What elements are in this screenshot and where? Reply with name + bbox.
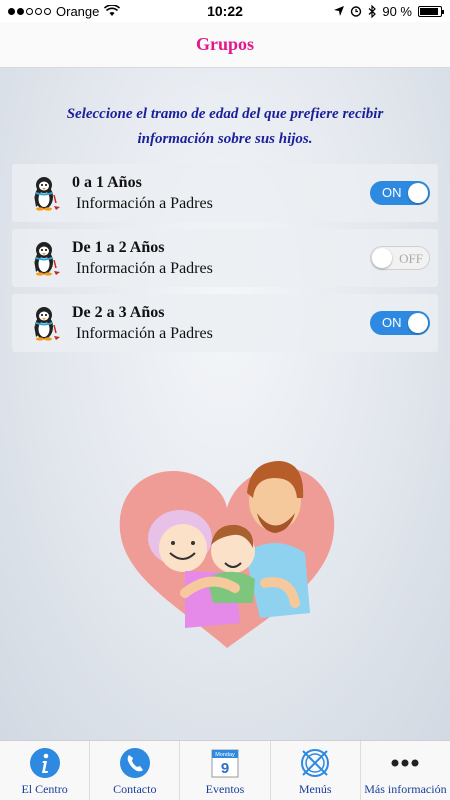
tab-el-centro[interactable]: El Centro bbox=[0, 741, 91, 800]
group-title: 0 a 1 Años bbox=[72, 174, 142, 191]
group-title: De 2 a 3 Años bbox=[72, 304, 165, 321]
group-subtitle: Información a Padres bbox=[76, 260, 213, 277]
status-right: 90 % bbox=[292, 3, 444, 19]
main-content: Seleccione el tramo de edad del que pref… bbox=[0, 68, 450, 740]
toggle-knob bbox=[372, 248, 392, 268]
group-row-1-2[interactable]: De 1 a 2 Años Información a Padres OFF bbox=[12, 229, 438, 287]
battery-icon bbox=[418, 5, 444, 17]
tab-label: Menús bbox=[298, 782, 332, 796]
intro-text: Seleccione el tramo de edad del que pref… bbox=[20, 102, 430, 152]
toggle-knob bbox=[408, 183, 428, 203]
calendar-month-text: Monday bbox=[215, 752, 235, 758]
penguin-icon bbox=[34, 242, 60, 276]
status-time: 10:22 bbox=[207, 3, 243, 19]
tab-label: El Centro bbox=[21, 782, 68, 796]
group-title: De 1 a 2 Años bbox=[72, 239, 165, 256]
group-subtitle: Información a Padres bbox=[76, 325, 213, 342]
tab-contacto[interactable]: Contacto bbox=[90, 741, 181, 800]
family-heart-illustration bbox=[119, 461, 335, 648]
group-subtitle: Información a Padres bbox=[76, 195, 213, 212]
location-arrow-icon bbox=[334, 6, 345, 16]
group-toggle-switch[interactable]: OFF bbox=[370, 246, 430, 270]
calendar-day-text: 9 bbox=[221, 760, 229, 777]
navigation-bar: Grupos bbox=[0, 22, 450, 68]
tab-menus[interactable]: Menús bbox=[271, 741, 361, 800]
signal-dots-icon bbox=[8, 7, 51, 15]
toggle-state-label: OFF bbox=[399, 251, 423, 266]
group-toggle-switch[interactable]: ON bbox=[370, 181, 430, 205]
wifi-icon bbox=[104, 5, 121, 16]
page-title: Grupos bbox=[195, 34, 255, 54]
tab-eventos[interactable]: Monday 9 Eventos bbox=[180, 741, 271, 800]
tab-label: Más información bbox=[364, 782, 447, 796]
cutlery-plate-icon bbox=[301, 749, 330, 777]
intro-line-2: información sobre sus hijos. bbox=[137, 131, 313, 147]
carrier-name: Orange bbox=[56, 3, 100, 19]
phone-icon bbox=[119, 748, 150, 778]
battery-percent: 90 % bbox=[382, 3, 412, 19]
penguin-icon bbox=[34, 177, 60, 211]
status-left: Orange bbox=[8, 4, 158, 19]
bottom-tab-bar: El Centro Contacto Monday 9 Eventos Menú… bbox=[0, 740, 450, 800]
tab-label: Eventos bbox=[205, 782, 245, 796]
status-bar: Orange 10:22 90 % bbox=[0, 0, 450, 22]
toggle-state-label: ON bbox=[382, 315, 402, 330]
tab-mas-informacion[interactable]: Más información bbox=[361, 741, 450, 800]
toggle-knob bbox=[408, 313, 428, 333]
intro-line-1: Seleccione el tramo de edad del que pref… bbox=[66, 106, 384, 122]
calendar-icon: Monday 9 bbox=[211, 749, 239, 778]
alarm-icon bbox=[351, 6, 362, 17]
bluetooth-icon bbox=[368, 4, 377, 18]
group-row-2-3[interactable]: De 2 a 3 Años Información a Padres ON bbox=[12, 294, 438, 352]
group-toggle-switch[interactable]: ON bbox=[370, 311, 430, 335]
tab-label: Contacto bbox=[113, 782, 157, 796]
info-icon bbox=[29, 748, 60, 778]
toggle-state-label: ON bbox=[382, 185, 402, 200]
penguin-icon bbox=[34, 307, 60, 341]
group-row-0-1[interactable]: 0 a 1 Años Información a Padres ON bbox=[12, 164, 438, 222]
more-dots-icon bbox=[391, 759, 419, 767]
